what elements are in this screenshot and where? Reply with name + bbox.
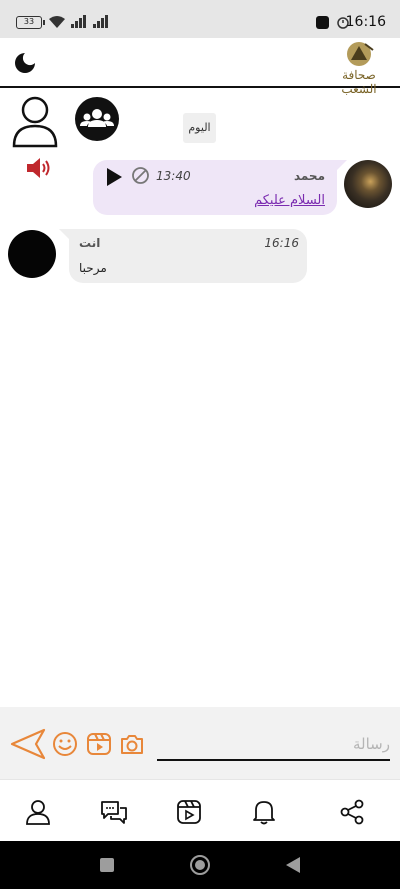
message-sender: محمد — [293, 169, 325, 183]
wifi-icon — [49, 16, 65, 28]
send-icon[interactable] — [10, 727, 46, 761]
message-text[interactable]: السلام عليكم — [254, 193, 325, 208]
home-icon[interactable] — [190, 855, 210, 875]
my-avatar[interactable] — [8, 230, 56, 278]
chats-icon[interactable] — [100, 799, 128, 825]
message-text: مرحبا — [79, 261, 107, 275]
message-sender: انت — [79, 236, 101, 250]
play-icon[interactable] — [105, 167, 123, 187]
system-navigation-bar — [0, 841, 400, 889]
share-icon[interactable] — [339, 799, 365, 825]
video-icon[interactable] — [86, 731, 112, 757]
bottom-navigation — [0, 779, 400, 841]
contact-avatar[interactable] — [344, 160, 392, 208]
message-time: 13:40 — [156, 169, 191, 183]
message-time: 16:16 — [264, 236, 299, 250]
reels-icon[interactable] — [177, 799, 201, 825]
group-glyph-icon — [80, 109, 114, 127]
recents-icon[interactable] — [100, 858, 114, 872]
logo-emblem-icon — [347, 42, 374, 66]
app-notification-icon — [316, 16, 329, 29]
signal-icon-2 — [93, 15, 108, 28]
group-icon[interactable] — [75, 97, 119, 141]
moon-icon[interactable] — [13, 51, 37, 75]
app-logo[interactable]: صحافة الشعب — [324, 40, 394, 96]
signal-icon-1 — [71, 15, 86, 28]
outgoing-message-bubble[interactable]: انت 16:16 مرحبا — [59, 229, 307, 283]
logo-text: صحافة الشعب — [341, 68, 377, 96]
notifications-icon[interactable] — [252, 799, 276, 825]
day-separator: اليوم — [183, 113, 216, 143]
battery-indicator: 33 — [16, 16, 45, 29]
app-header: صحافة الشعب — [0, 38, 400, 96]
profile-icon[interactable] — [26, 799, 50, 825]
user-outline-icon[interactable] — [10, 94, 60, 148]
camera-icon[interactable] — [119, 731, 145, 757]
status-bar: 33 16:16 — [0, 0, 400, 38]
incoming-message-bubble[interactable]: 13:40 محمد السلام عليكم — [93, 160, 347, 215]
message-input[interactable] — [157, 729, 390, 761]
back-icon[interactable] — [286, 857, 300, 873]
emoji-icon[interactable] — [52, 731, 78, 757]
ban-icon[interactable] — [131, 166, 150, 185]
message-composer — [0, 707, 400, 779]
speaker-icon[interactable] — [25, 155, 53, 181]
status-time: 16:16 — [345, 14, 386, 30]
